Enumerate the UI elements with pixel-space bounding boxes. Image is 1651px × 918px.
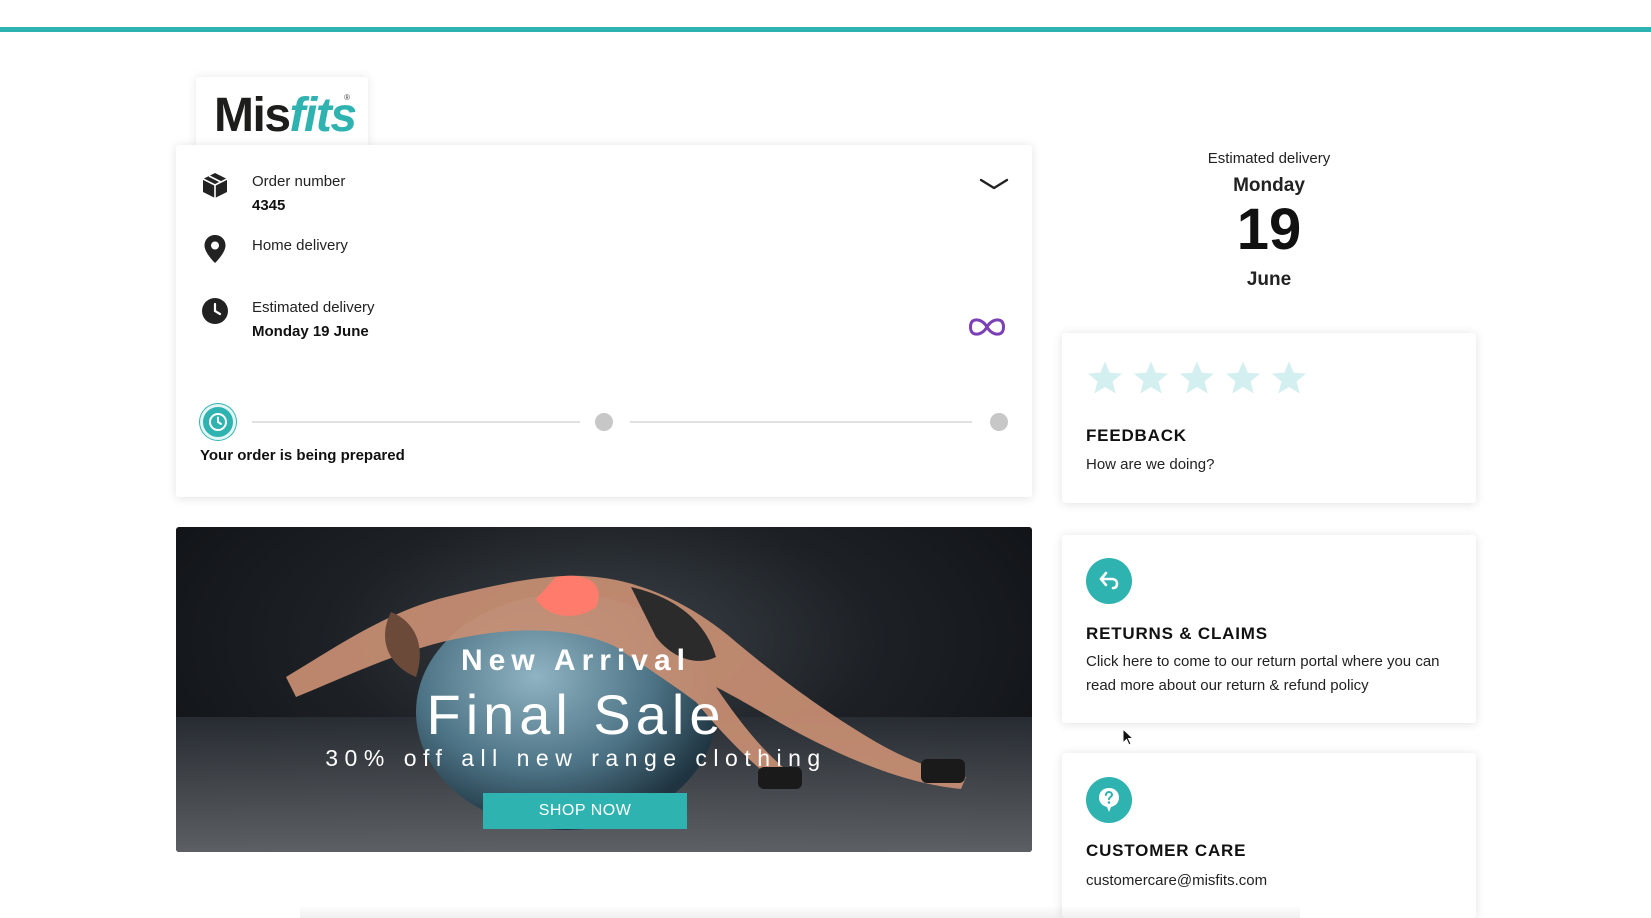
customer-care-card: CUSTOMER CARE customercare@misfits.com — [1062, 753, 1476, 918]
shop-now-button[interactable]: SHOP NOW — [483, 793, 687, 829]
returns-card[interactable]: RETURNS & CLAIMS Click here to come to o… — [1062, 535, 1476, 723]
return-arrow-icon — [1086, 558, 1132, 604]
clock-icon — [209, 413, 227, 431]
promo-banner[interactable]: New Arrival Final Sale 30% off all new r… — [176, 527, 1032, 852]
star-rating[interactable] — [1086, 359, 1308, 397]
star-icon[interactable] — [1270, 359, 1308, 397]
bottom-edge-shadow — [300, 905, 1300, 918]
estimate-label: Estimated delivery — [1207, 150, 1331, 167]
estimate-day: Monday — [1233, 175, 1305, 196]
feedback-card: FEEDBACK How are we doing? — [1062, 333, 1476, 503]
mouse-cursor-icon — [1122, 727, 1135, 746]
progress-step-prepared — [200, 404, 236, 440]
question-bubble-icon — [1086, 777, 1132, 823]
feedback-text: How are we doing? — [1086, 456, 1215, 473]
banner-subtitle: 30% off all new range clothing — [325, 745, 827, 771]
progress-line-2 — [630, 421, 972, 423]
returns-title: RETURNS & CLAIMS — [1086, 624, 1268, 643]
brand-logo[interactable]: Misfits ® — [196, 77, 368, 147]
order-details-card: Order number 4345 Home delivery Estimate… — [176, 145, 1032, 497]
order-number-value: 4345 — [252, 197, 286, 214]
feedback-title: FEEDBACK — [1086, 426, 1187, 445]
order-number-label: Order number — [252, 173, 346, 190]
customer-care-email[interactable]: customercare@misfits.com — [1086, 869, 1456, 893]
order-number-row: Order number 4345 — [200, 170, 345, 218]
progress-line-1 — [252, 421, 580, 423]
estimated-delivery-label: Estimated delivery — [252, 299, 375, 316]
estimated-delivery-row: Estimated delivery Monday 19 June — [200, 296, 375, 344]
infinity-icon — [966, 314, 1008, 340]
progress-step-3 — [990, 413, 1008, 431]
location-pin-icon — [200, 234, 230, 264]
progress-step-2 — [595, 413, 613, 431]
star-icon[interactable] — [1086, 359, 1124, 397]
package-icon — [200, 170, 230, 200]
registered-mark: ® — [344, 93, 350, 102]
star-icon[interactable] — [1178, 359, 1216, 397]
chevron-down-icon[interactable] — [978, 175, 1010, 195]
star-icon[interactable] — [1132, 359, 1170, 397]
returns-text[interactable]: Click here to come to our return portal … — [1086, 650, 1456, 698]
top-accent-bar — [0, 27, 1651, 32]
delivery-type-label: Home delivery — [252, 237, 348, 254]
estimate-month: June — [1246, 269, 1292, 290]
order-status-text: Your order is being prepared — [200, 447, 405, 464]
estimated-delivery-value: Monday 19 June — [252, 323, 369, 340]
customer-care-title: CUSTOMER CARE — [1086, 841, 1247, 860]
clock-icon — [200, 296, 230, 326]
delivery-type-row: Home delivery — [200, 234, 348, 264]
logo-part-mis: Mis — [214, 89, 291, 142]
logo-wordmark: Misfits — [214, 89, 357, 142]
star-icon[interactable] — [1224, 359, 1262, 397]
order-progress-tracker — [200, 404, 1008, 440]
estimated-delivery-summary: Estimated delivery Monday 19 June — [1062, 148, 1476, 291]
banner-title: Final Sale — [426, 683, 726, 746]
banner-headline: New Arrival — [461, 644, 691, 677]
estimate-date: 19 — [1236, 197, 1302, 262]
